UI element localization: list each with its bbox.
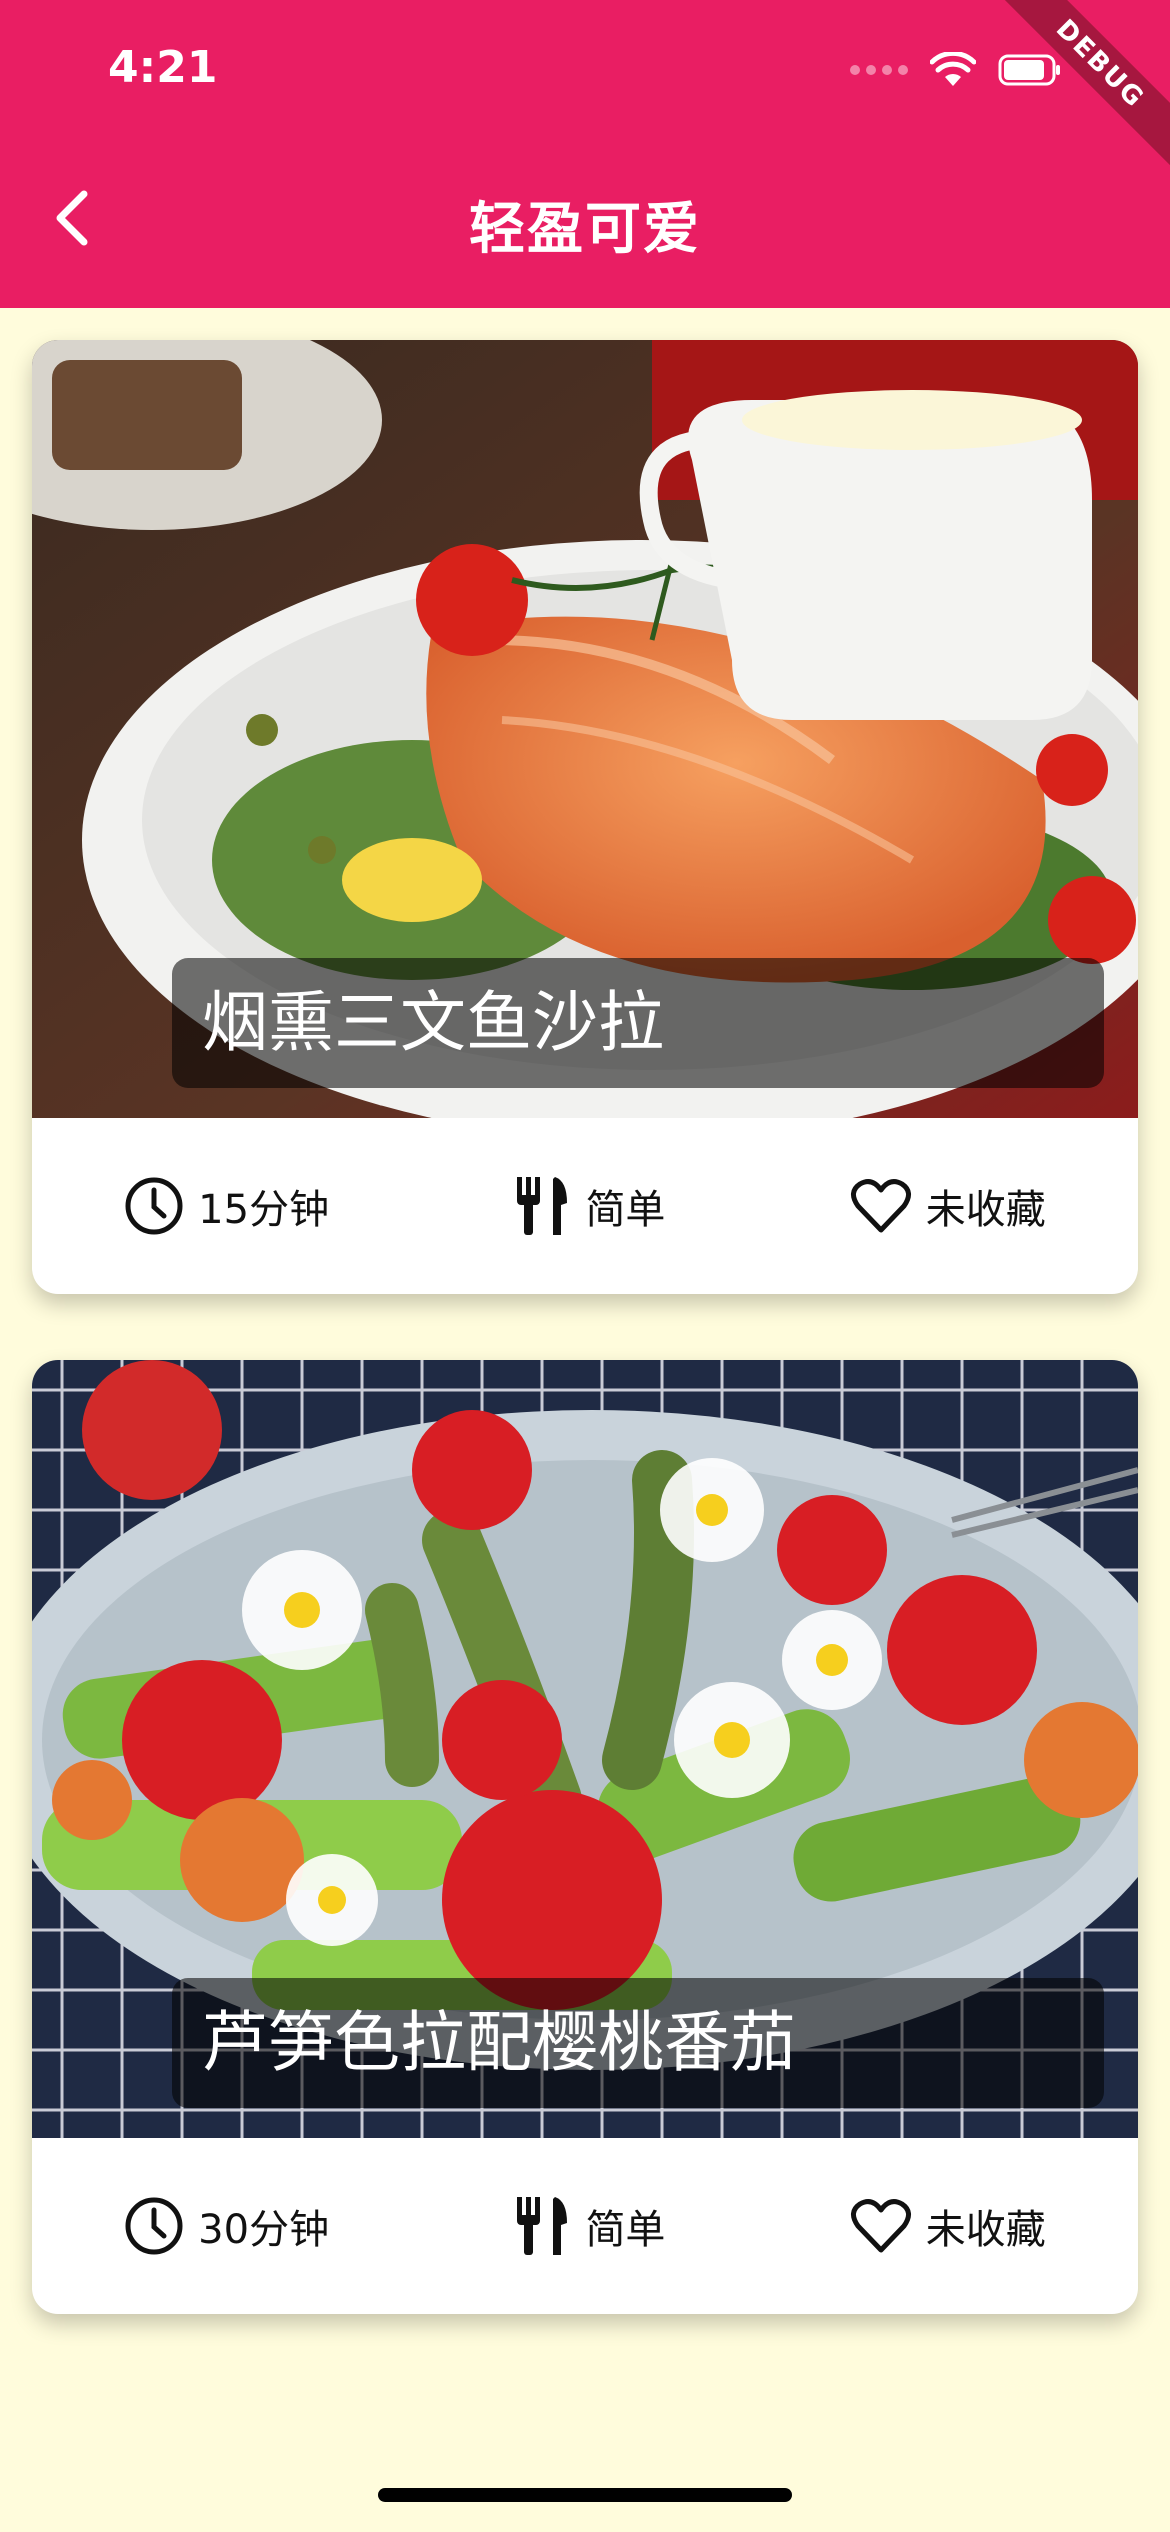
meal-meta: 30分钟 简单 未收藏 [32, 2138, 1138, 2314]
meal-card[interactable]: 芦笋色拉配樱桃番茄 30分钟 简单 未收藏 [32, 1360, 1138, 2314]
meal-photo: 芦笋色拉配樱桃番茄 [32, 1360, 1138, 2138]
home-indicator[interactable] [378, 2488, 792, 2502]
utensils-icon [517, 2197, 568, 2255]
complexity-label: 简单 [585, 1187, 666, 1233]
meal-meta: 15分钟 简单 未收藏 [32, 1118, 1138, 1294]
utensils-icon [517, 1177, 568, 1235]
duration-label: 30分钟 [198, 2207, 330, 2253]
meal-photo: 烟熏三文鱼沙拉 [32, 340, 1138, 1118]
duration-info: 15分钟 [124, 1176, 329, 1236]
clock-icon [125, 1177, 183, 1235]
heart-outline-icon [850, 2199, 911, 2253]
complexity-info: 简单 [513, 1175, 665, 1237]
complexity-label: 简单 [585, 2207, 666, 2253]
meal-title: 烟熏三文鱼沙拉 [172, 958, 1104, 1088]
meal-title: 芦笋色拉配樱桃番茄 [172, 1978, 1104, 2108]
favorite-info[interactable]: 未收藏 [850, 2197, 1046, 2255]
heart-outline-icon [850, 1179, 911, 1233]
signal-icon [850, 65, 908, 75]
complexity-info: 简单 [513, 2195, 665, 2257]
status-time: 4:21 [108, 42, 218, 93]
battery-icon [998, 54, 1060, 86]
favorite-label: 未收藏 [925, 1187, 1046, 1233]
status-indicators [850, 52, 1062, 88]
favorite-label: 未收藏 [925, 2207, 1046, 2253]
app-bar: 4:21 DEBUG 轻盈可爱 [0, 0, 1170, 308]
meal-card[interactable]: 烟熏三文鱼沙拉 15分钟 简单 未收藏 [32, 340, 1138, 1294]
clock-icon [125, 2197, 183, 2255]
favorite-info[interactable]: 未收藏 [850, 1177, 1046, 1235]
duration-info: 30分钟 [124, 2196, 329, 2256]
debug-banner: DEBUG [985, 0, 1170, 179]
duration-label: 15分钟 [198, 1187, 330, 1233]
wifi-icon [930, 52, 976, 86]
page-title: 轻盈可爱 [469, 197, 701, 262]
